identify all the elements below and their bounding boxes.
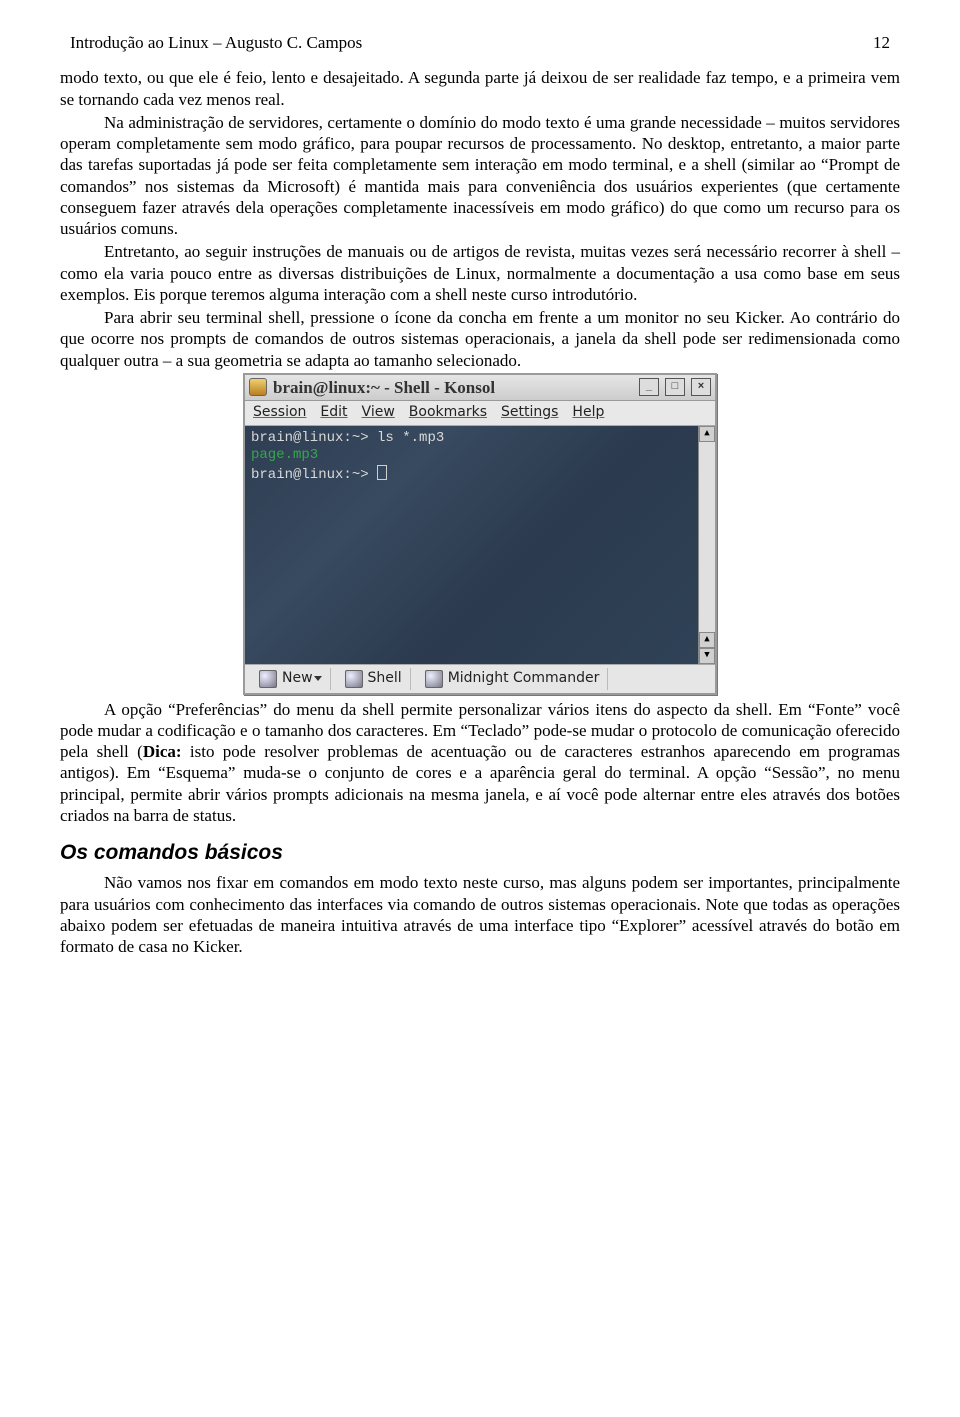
app-icon	[249, 378, 267, 396]
menu-bar: Session Edit View Bookmarks Settings Hel…	[245, 401, 715, 426]
paragraph: A opção “Preferências” do menu da shell …	[60, 699, 900, 827]
mc-tab-button[interactable]: Midnight Commander	[417, 668, 609, 690]
dropdown-icon[interactable]	[314, 676, 322, 681]
output-line: page.mp3	[251, 447, 318, 463]
scroll-up2-icon[interactable]: ▲	[699, 632, 715, 648]
minimize-button[interactable]: _	[639, 378, 659, 396]
page-number: 12	[873, 32, 890, 53]
prompt: brain@linux:~>	[251, 467, 377, 483]
konsole-screenshot: brain@linux:~ - Shell - Konsol _ □ × Ses…	[60, 373, 900, 695]
menu-edit[interactable]: Edit	[320, 404, 347, 422]
text: isto pode resolver problemas de acentuaç…	[60, 742, 900, 825]
menu-view[interactable]: View	[362, 404, 395, 422]
shell-tab-label: Shell	[368, 670, 402, 688]
cursor-icon	[377, 465, 387, 480]
terminal-area[interactable]: brain@linux:~> ls *.mp3 page.mp3 brain@l…	[245, 426, 698, 664]
scrollbar[interactable]: ▲ ▲ ▼	[698, 426, 715, 664]
window-title: brain@linux:~ - Shell - Konsol	[273, 377, 633, 398]
shell-tab-button[interactable]: Shell	[337, 668, 411, 690]
new-tab-label: New	[282, 670, 313, 688]
header-title: Introdução ao Linux – Augusto C. Campos	[70, 32, 362, 53]
paragraph: Para abrir seu terminal shell, pressione…	[60, 307, 900, 371]
menu-help[interactable]: Help	[572, 404, 604, 422]
bold-hint: Dica:	[143, 742, 182, 761]
maximize-button[interactable]: □	[665, 378, 685, 396]
mc-icon	[425, 670, 443, 688]
mc-tab-label: Midnight Commander	[448, 670, 600, 688]
window-titlebar[interactable]: brain@linux:~ - Shell - Konsol _ □ ×	[245, 375, 715, 401]
scroll-up-icon[interactable]: ▲	[699, 426, 715, 442]
paragraph: Entretanto, ao seguir instruções de manu…	[60, 241, 900, 305]
konsole-window: brain@linux:~ - Shell - Konsol _ □ × Ses…	[243, 373, 717, 695]
command: ls *.mp3	[377, 430, 444, 446]
scroll-down-icon[interactable]: ▼	[699, 648, 715, 664]
menu-settings[interactable]: Settings	[501, 404, 558, 422]
shell-icon	[345, 670, 363, 688]
paragraph: Na administração de servidores, certamen…	[60, 112, 900, 240]
menu-session[interactable]: Session	[253, 404, 306, 422]
page-header: Introdução ao Linux – Augusto C. Campos …	[60, 32, 900, 53]
paragraph: modo texto, ou que ele é feio, lento e d…	[60, 67, 900, 110]
close-button[interactable]: ×	[691, 378, 711, 396]
paragraph: Não vamos nos fixar em comandos em modo …	[60, 872, 900, 957]
menu-bookmarks[interactable]: Bookmarks	[409, 404, 487, 422]
new-tab-button[interactable]: New	[251, 668, 331, 690]
star-icon	[259, 670, 277, 688]
section-heading: Os comandos básicos	[60, 840, 900, 866]
prompt: brain@linux:~>	[251, 430, 377, 446]
status-bar: New Shell Midnight Commander	[245, 664, 715, 693]
